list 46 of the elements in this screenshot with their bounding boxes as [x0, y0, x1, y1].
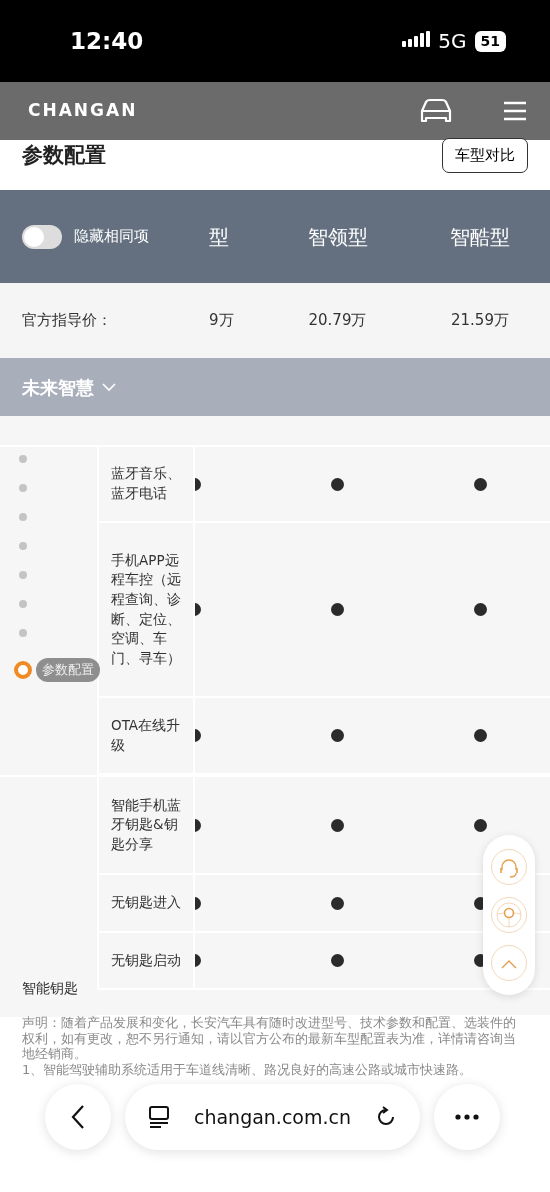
toggle-switch[interactable] [22, 224, 62, 249]
menu-icon[interactable] [504, 101, 526, 121]
nav-dot[interactable] [19, 542, 27, 550]
feature-name: 蓝牙音乐、蓝牙电话 [111, 464, 182, 503]
brand-logo[interactable]: CHANGAN [28, 98, 138, 124]
headset-icon [498, 856, 520, 879]
nav-dot[interactable] [19, 629, 27, 637]
chevron-up-icon [501, 958, 517, 969]
feature-name: OTA在线升级 [111, 715, 182, 755]
nav-dot[interactable] [19, 484, 27, 492]
feature-name: 无钥匙进入 [111, 893, 181, 913]
network-type: 5G [438, 28, 467, 55]
price-value: 21.59万 [451, 311, 509, 330]
chevron-icon[interactable] [102, 382, 116, 392]
url-text: changan.com.cn [193, 1104, 352, 1130]
group-label: 智能钥匙 [22, 979, 78, 998]
disclaimer-text: 声明：随着产品发展和变化，长安汽车具有随时改进型号、技术参数和配置、选装件的权利，如有更改，恕不另行通知，请以官方公布的最新车型配置表为准，详情请咨询当地经销商。 [22, 1015, 517, 1062]
battery-level: 51 [474, 30, 506, 52]
nav-dot[interactable] [19, 513, 27, 521]
model-name: 型 [208, 224, 229, 249]
page-title: 参数配置 [22, 142, 106, 169]
address-bar[interactable]: changan.com.cn [125, 1084, 420, 1150]
feature-name: 智能手机蓝牙钥匙&钥匙分享 [111, 795, 182, 854]
nav-label[interactable]: 参数配置 [36, 658, 100, 682]
more-icon [455, 1114, 479, 1120]
toggle-label: 隐藏相同项 [74, 226, 149, 248]
back-to-top-button[interactable] [491, 945, 527, 981]
compare-button[interactable]: 车型对比 [442, 138, 528, 173]
nav-dot[interactable] [19, 455, 27, 463]
car-icon[interactable] [418, 97, 454, 125]
reader-icon[interactable] [147, 1105, 171, 1129]
support-button[interactable] [491, 849, 527, 885]
model-name: 智酷型 [450, 224, 510, 249]
drive-button[interactable] [491, 897, 527, 933]
feature-name: 无钥匙启动 [111, 950, 181, 970]
price-value: 20.79万 [308, 311, 367, 330]
chevron-left-icon [71, 1104, 85, 1130]
price-label: 官方指导价： [22, 311, 112, 330]
clock-time: 12:40 [70, 26, 144, 56]
model-name: 智领型 [307, 224, 368, 249]
steering-wheel-icon [495, 901, 523, 929]
nav-dot[interactable] [19, 600, 27, 608]
feature-name: 手机APP远程车控（远程查询、诊断、定位、空调、车门、寻车） [111, 550, 182, 668]
disclaimer-text: 1、智能驾驶辅助系统适用于车道线清晰、路况良好的高速公路或城市快速路。 [22, 1061, 474, 1077]
nav-dot[interactable] [19, 571, 27, 579]
price-value: 9万 [208, 311, 234, 330]
